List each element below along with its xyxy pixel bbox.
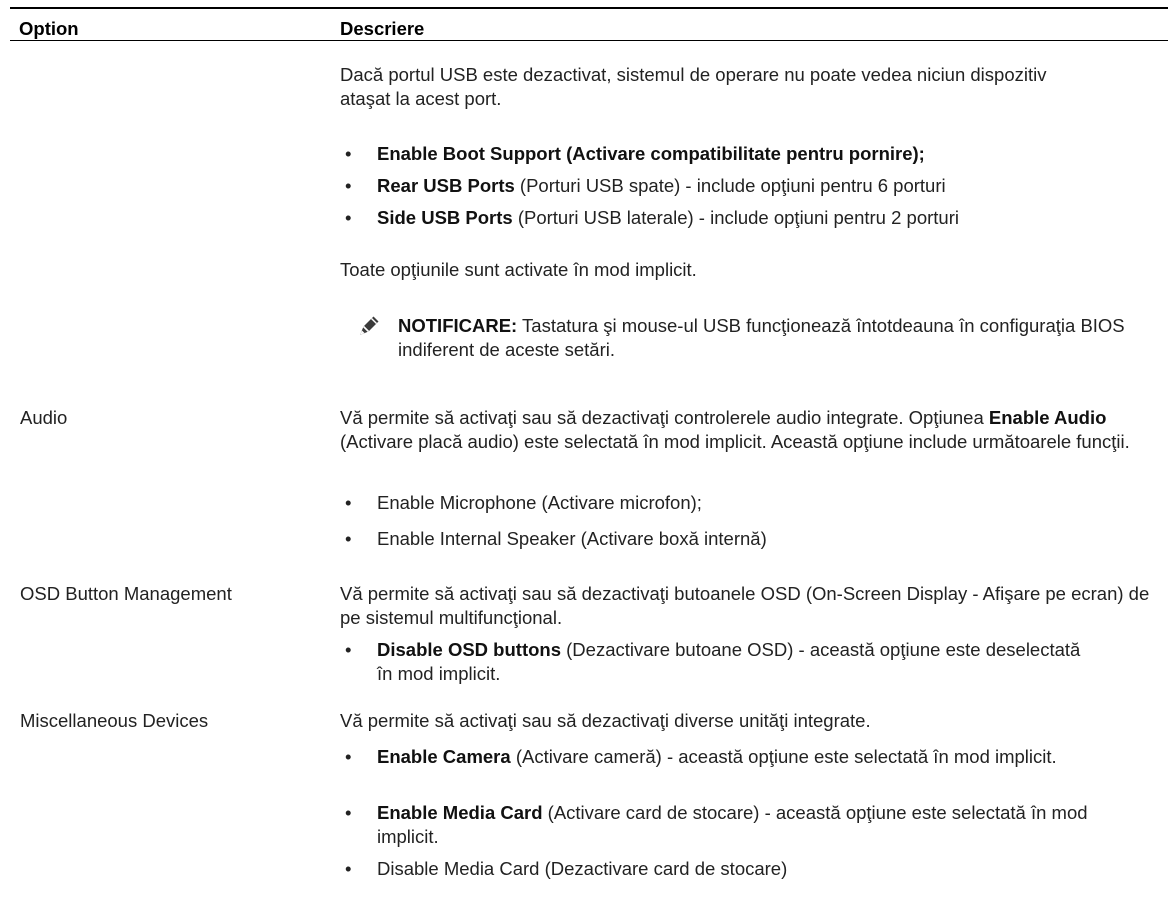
- bullet-marker: •: [345, 858, 352, 879]
- audio-desc-part2: (Activare placă audio) este selectată în…: [340, 431, 1130, 453]
- audio-bullet-2-text: Enable Internal Speaker (Activare boxă i…: [377, 528, 767, 549]
- audio-bullet-1-text: Enable Microphone (Activare microfon);: [377, 492, 702, 513]
- misc-description: Vă permite să activaţi sau să dezactivaţ…: [340, 710, 871, 731]
- osd-description: Vă permite să activaţi sau să dezactivaţ…: [340, 583, 1150, 629]
- usb-note: NOTIFICARE: Tastatura şi mouse-ul USB fu…: [398, 314, 1163, 362]
- option-label-audio: Audio: [20, 407, 68, 428]
- misc-bullet-1-rest: (Activare cameră) - această opţiune este…: [510, 746, 1057, 767]
- bullet-marker: •: [345, 746, 352, 767]
- usb-bullet-2-rest: (Porturi USB spate) - include opţiuni pe…: [514, 175, 946, 196]
- bullet-marker: •: [345, 175, 352, 196]
- option-label-misc: Miscellaneous Devices: [20, 710, 209, 731]
- option-label-osd: OSD Button Management: [20, 583, 232, 604]
- misc-bullet-2-bold: Enable Media Card: [377, 802, 543, 823]
- bullet-marker: •: [345, 207, 352, 228]
- osd-bullet-bold: Disable OSD buttons: [377, 639, 561, 660]
- audio-desc-bold: Enable Audio: [988, 407, 1107, 428]
- bullet-marker: •: [345, 639, 352, 660]
- misc-bullet-3-rest: Disable Media Card (Dezactivare card de …: [377, 858, 788, 879]
- pencil-note-icon: [360, 316, 379, 335]
- column-header-description: Descriere: [340, 18, 425, 39]
- usb-default-text: Toate opţiunile sunt activate în mod imp…: [340, 259, 697, 280]
- usb-intro-text: Dacă portul USB este dezactivat, sistemu…: [340, 64, 1047, 110]
- audio-desc-part1: Vă permite să activaţi sau să dezactivaţ…: [340, 407, 989, 428]
- table-header: Option Descriere: [10, 7, 1168, 41]
- bullet-marker: •: [345, 492, 352, 513]
- usb-bullet-3-bold: Side USB Ports: [377, 207, 513, 228]
- usb-bullet-1-bold: Enable Boot Support (Activare compatibil…: [377, 143, 925, 164]
- bullet-marker: •: [345, 143, 352, 164]
- audio-description: Vă permite să activaţi sau să dezactivaţ…: [340, 406, 1140, 454]
- note-label: NOTIFICARE:: [398, 315, 518, 336]
- misc-bullet-1-bold: Enable Camera: [377, 746, 511, 767]
- document-page: Option Descriere Dacă portul USB este de…: [0, 0, 1168, 908]
- bullet-marker: •: [345, 528, 352, 549]
- usb-bullet-2-bold: Rear USB Ports: [377, 175, 515, 196]
- usb-bullet-3-rest: (Porturi USB laterale) - include opţiuni…: [512, 207, 959, 228]
- column-header-option: Option: [19, 18, 79, 39]
- bullet-marker: •: [345, 802, 352, 823]
